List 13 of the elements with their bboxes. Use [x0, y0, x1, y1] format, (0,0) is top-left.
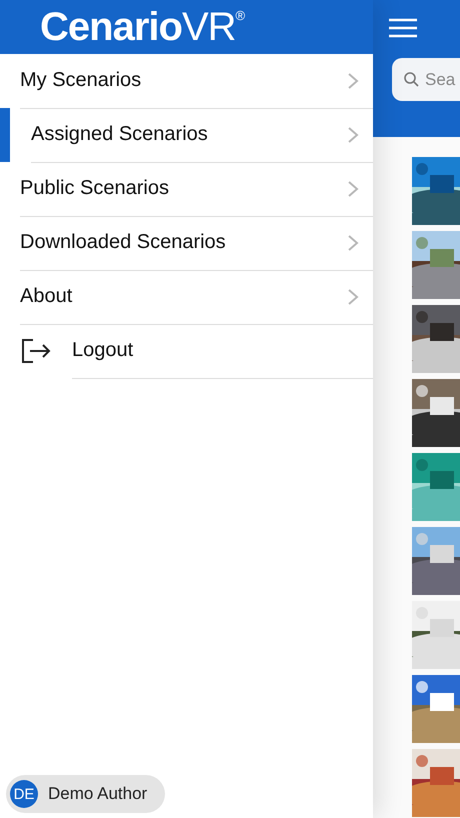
chevron-icon [347, 72, 359, 90]
user-name: Demo Author [48, 784, 148, 804]
exit-icon [21, 338, 51, 364]
chevron-icon [347, 234, 359, 252]
search-field[interactable]: Sea [392, 58, 460, 101]
chevron-icon [347, 288, 359, 306]
avatar: DE [10, 780, 38, 808]
search-icon [404, 72, 419, 87]
user-chip[interactable]: DE Demo Author [6, 775, 166, 813]
menu-icon[interactable] [388, 18, 418, 38]
logo: CenarioVR$^{®}$ [40, 7, 244, 47]
chevron-icon [347, 126, 359, 144]
chevron-icon [347, 180, 359, 198]
